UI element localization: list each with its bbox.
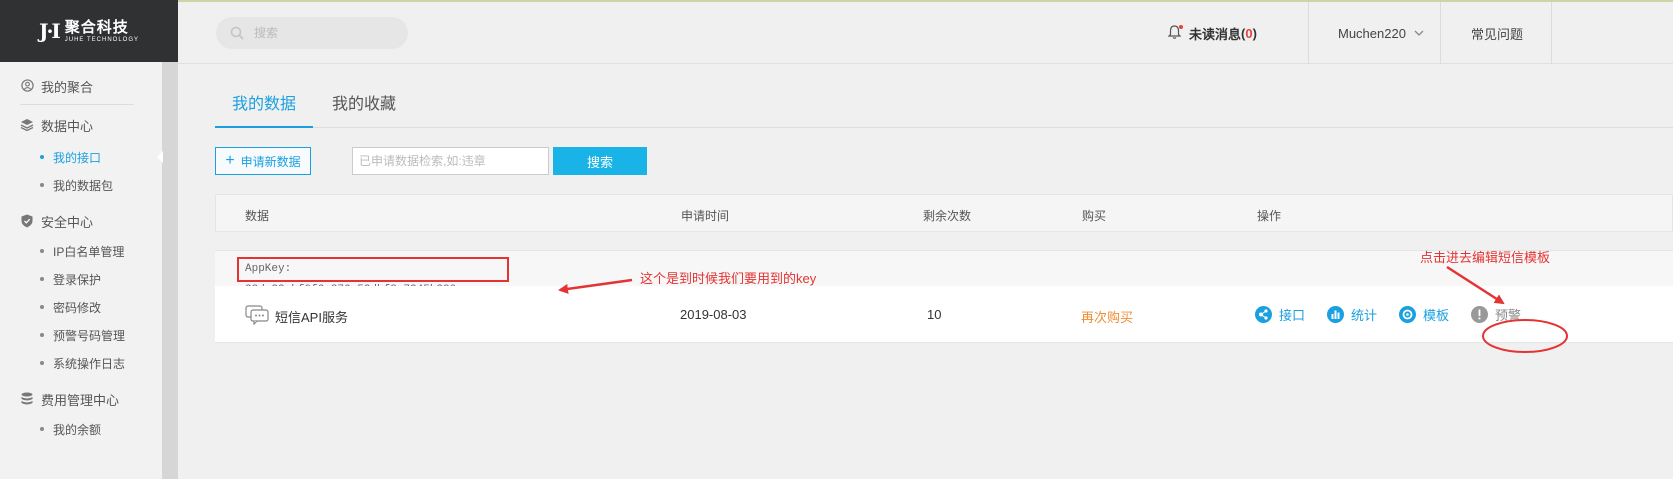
logo-subtitle: JUHE TECHNOLOGY: [64, 36, 139, 43]
col-header-purchase: 购买: [1082, 209, 1107, 223]
sidebar-item-label: 系统操作日志: [53, 356, 126, 371]
apply-new-data-button[interactable]: + 申请新数据: [215, 147, 311, 175]
bell-icon: [1167, 24, 1183, 42]
database-icon: [20, 392, 34, 406]
api-action-button[interactable]: 接口: [1255, 305, 1305, 324]
sidebar-section-data-center[interactable]: 数据中心: [0, 113, 162, 137]
header-divider: [1551, 2, 1552, 64]
bullet-dot-icon: [40, 305, 44, 309]
row-actions: 接口 统计 模板 预警: [1255, 305, 1543, 324]
share-nodes-icon: [1255, 306, 1272, 323]
table-header: 数据 申请时间 剩余次数 购买 操作: [215, 194, 1673, 232]
sidebar-item-label: 我的数据包: [53, 178, 114, 193]
unread-count: 0: [1245, 25, 1253, 41]
remaining-count: 10: [927, 307, 942, 322]
data-filter-input[interactable]: [352, 147, 549, 175]
logo-mark: J·I: [38, 19, 61, 43]
rebuy-link[interactable]: 再次购买: [1081, 307, 1133, 326]
sidebar-item-operation-log[interactable]: 系统操作日志: [0, 349, 162, 377]
bullet-dot-icon: [40, 333, 44, 337]
bullet-dot-icon: [40, 427, 44, 431]
sidebar-item-label: 登录保护: [53, 272, 102, 287]
sidebar-item-label: 预警号码管理: [53, 328, 126, 343]
col-header-apply-time: 申请时间: [681, 209, 730, 223]
data-table: 数据 申请时间 剩余次数 购买 操作 AppKey: 28da23cbf0f6c…: [215, 194, 1673, 343]
service-label: 短信API服务: [275, 310, 348, 325]
sidebar-section-billing-center[interactable]: 费用管理中心: [0, 387, 162, 411]
gear-icon: [1399, 306, 1417, 323]
menu-divider: [20, 104, 134, 105]
chevron-down-icon: [1414, 28, 1424, 39]
sidebar-section-label: 数据中心: [41, 118, 94, 134]
sidebar-item-ip-whitelist[interactable]: IP白名单管理: [0, 237, 162, 265]
stats-action-label: 统计: [1351, 308, 1378, 323]
sidebar-section-my-juhe[interactable]: 我的聚合: [0, 74, 162, 98]
sidebar-scrollbar[interactable]: [162, 62, 178, 479]
search-button[interactable]: 搜索: [553, 147, 647, 175]
sidebar-section-label: 费用管理中心: [41, 392, 120, 408]
main-content: 我的数据 我的收藏 + 申请新数据 搜索 数据 申请时间 剩余次数 购买 操作 …: [178, 64, 1673, 479]
plus-icon: +: [225, 152, 235, 169]
sidebar-section-label: 我的聚合: [41, 79, 94, 95]
sidebar-item-label: 密码修改: [53, 300, 102, 315]
annotation-template-note: 点击进去编辑短信模板: [1420, 250, 1551, 265]
api-action-label: 接口: [1279, 308, 1306, 323]
bullet-dot-icon: [40, 249, 44, 253]
shield-icon: [20, 214, 34, 228]
exclamation-icon: [1471, 306, 1489, 323]
col-header-remaining: 剩余次数: [923, 209, 972, 223]
table-row: 短信API服务 2019-08-03 10 再次购买 接口 统计 模板 预警: [215, 286, 1673, 343]
logo[interactable]: J·I 聚合科技 JUHE TECHNOLOGY: [39, 19, 139, 43]
unread-close-paren: ): [1252, 25, 1257, 41]
annotation-key-note: 这个是到时候我们要用到的key: [640, 271, 817, 286]
global-search[interactable]: [216, 17, 408, 49]
logo-name: 聚合科技: [64, 18, 129, 36]
service-name[interactable]: 短信API服务: [245, 305, 348, 328]
bar-chart-icon: [1327, 306, 1345, 323]
alert-action-label: 预警: [1495, 308, 1522, 323]
sidebar-item-my-api[interactable]: 我的接口: [0, 143, 163, 171]
sidebar-item-my-data-package[interactable]: 我的数据包: [0, 171, 162, 199]
apply-date: 2019-08-03: [680, 307, 747, 322]
chat-bubble-icon: [245, 305, 269, 328]
sidebar-item-label: 我的接口: [53, 150, 102, 165]
template-action-label: 模板: [1423, 308, 1450, 323]
sidebar-item-login-protection[interactable]: 登录保护: [0, 265, 162, 293]
global-search-input[interactable]: [254, 26, 394, 40]
appkey-value: AppKey: 28da23cbf0f6c376c52dbf8a7245b380: [237, 257, 509, 296]
unread-messages[interactable]: 未读消息 (0): [1167, 2, 1257, 64]
stats-action-button[interactable]: 统计: [1327, 305, 1377, 324]
template-action-button[interactable]: 模板: [1399, 305, 1449, 324]
search-icon: [230, 26, 244, 40]
sidebar-item-my-balance[interactable]: 我的余额: [0, 415, 162, 443]
tab-bar: 我的数据 我的收藏: [215, 88, 1673, 128]
unread-label: 未读消息: [1189, 26, 1242, 42]
header-divider: [1440, 2, 1441, 64]
tab-my-data[interactable]: 我的数据: [215, 88, 313, 128]
top-header: 未读消息 (0) Muchen220 常见问题: [178, 2, 1673, 64]
sidebar-menu: 我的聚合 数据中心 我的接口 我的数据包 安全中心 IP白名单管理 登录保护 密…: [0, 62, 163, 443]
layers-icon: [20, 118, 34, 132]
bullet-dot-icon: [40, 361, 44, 365]
sidebar-item-label: IP白名单管理: [53, 244, 125, 259]
user-circle-icon: [20, 79, 34, 93]
col-header-data: 数据: [245, 209, 270, 223]
sidebar-item-label: 我的余额: [53, 422, 102, 437]
faq-link[interactable]: 常见问题: [1471, 2, 1523, 64]
sidebar-section-label: 安全中心: [41, 214, 94, 230]
logo-bar: J·I 聚合科技 JUHE TECHNOLOGY: [0, 0, 178, 62]
bullet-dot-icon: [40, 155, 44, 159]
sidebar-section-security-center[interactable]: 安全中心: [0, 209, 162, 233]
header-divider: [1308, 2, 1309, 64]
tab-my-favorites[interactable]: 我的收藏: [332, 88, 396, 128]
apply-new-data-label: 申请新数据: [240, 154, 301, 169]
sidebar-item-alert-numbers[interactable]: 预警号码管理: [0, 321, 162, 349]
username: Muchen220: [1338, 25, 1406, 41]
sidebar-item-password-change[interactable]: 密码修改: [0, 293, 162, 321]
user-menu[interactable]: Muchen220: [1338, 2, 1424, 64]
bullet-dot-icon: [40, 277, 44, 281]
bullet-dot-icon: [40, 183, 44, 187]
alert-action-button[interactable]: 预警: [1471, 305, 1521, 324]
col-header-actions: 操作: [1257, 209, 1282, 223]
